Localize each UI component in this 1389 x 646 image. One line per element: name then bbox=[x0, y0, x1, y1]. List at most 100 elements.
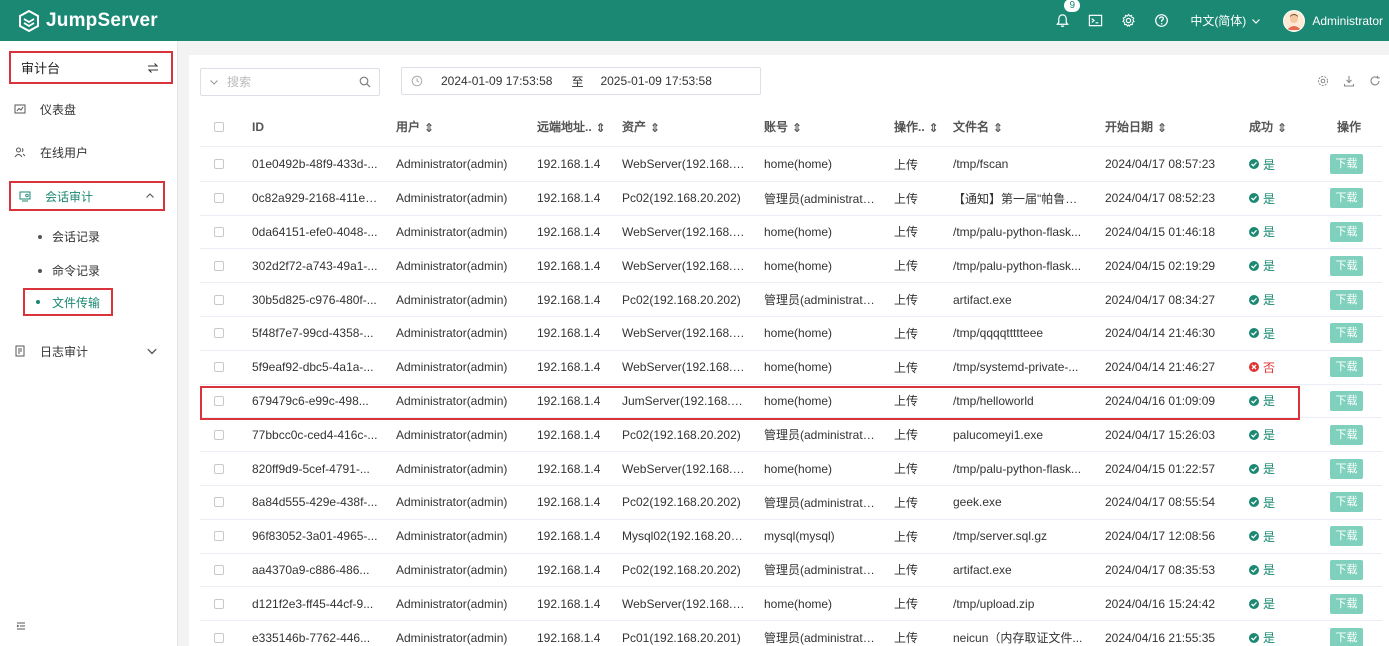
logo[interactable]: JumpServer bbox=[0, 9, 158, 32]
row-checkbox[interactable] bbox=[214, 395, 224, 406]
download-button[interactable]: 下载 bbox=[1330, 492, 1363, 513]
select-all-checkbox[interactable] bbox=[214, 121, 224, 132]
row-checkbox[interactable] bbox=[214, 463, 224, 474]
cell-asset[interactable]: Pc02(192.168.20.202) bbox=[622, 495, 741, 509]
notifications-button[interactable]: 9 bbox=[1046, 0, 1081, 41]
row-checkbox[interactable] bbox=[214, 294, 224, 305]
cell-account: home(home) bbox=[764, 596, 833, 611]
search-icon[interactable] bbox=[359, 76, 371, 88]
download-button[interactable]: 下载 bbox=[1330, 526, 1363, 547]
cell-asset[interactable]: JumServer(192.168.20.1) bbox=[622, 394, 746, 408]
column-header-operation[interactable]: 操作.. ⇕ bbox=[894, 118, 939, 135]
row-checkbox[interactable] bbox=[214, 598, 224, 609]
cell-asset[interactable]: Pc02(192.168.20.202) bbox=[622, 191, 741, 205]
cell-id[interactable]: 5f9eaf92-dbc5-4a1a-... bbox=[252, 360, 373, 374]
cell-account: mysql(mysql) bbox=[764, 529, 835, 544]
download-button[interactable]: 下载 bbox=[1330, 458, 1363, 479]
cell-id[interactable]: aa4370a9-c886-486... bbox=[252, 563, 369, 577]
cell-asset[interactable]: Mysql02(192.168.20.103) bbox=[622, 529, 746, 543]
cell-id[interactable]: 679479c6-e99c-498... bbox=[252, 394, 369, 408]
column-header-date-start[interactable]: 开始日期 ⇕ bbox=[1105, 118, 1167, 135]
download-button[interactable]: 下载 bbox=[1330, 221, 1363, 242]
row-checkbox[interactable] bbox=[214, 362, 224, 373]
cell-id[interactable]: e335146b-7762-446... bbox=[252, 631, 370, 645]
download-button[interactable]: 下载 bbox=[1330, 289, 1363, 310]
search-box[interactable] bbox=[200, 68, 380, 96]
download-button[interactable]: 下载 bbox=[1330, 390, 1363, 411]
download-button[interactable]: 下载 bbox=[1330, 424, 1363, 445]
row-checkbox[interactable] bbox=[214, 260, 224, 271]
row-checkbox[interactable] bbox=[214, 632, 224, 643]
row-checkbox[interactable] bbox=[214, 429, 224, 440]
date-range-picker[interactable]: 2024-01-09 17:53:58 至 2025-01-09 17:53:5… bbox=[401, 67, 761, 95]
search-input[interactable] bbox=[227, 75, 347, 89]
collapse-sidebar-button[interactable] bbox=[16, 620, 26, 634]
date-start[interactable]: 2024-01-09 17:53:58 bbox=[441, 74, 552, 88]
user-menu[interactable]: Administrator bbox=[1283, 9, 1383, 32]
cell-id[interactable]: d121f2e3-ff45-44cf-9... bbox=[252, 597, 373, 611]
cell-asset[interactable]: Pc02(192.168.20.202) bbox=[622, 293, 741, 307]
cell-id[interactable]: 5f48f7e7-99cd-4358-... bbox=[252, 326, 373, 340]
cell-asset[interactable]: WebServer(192.168.20.100) bbox=[622, 259, 746, 273]
download-button[interactable]: 下载 bbox=[1330, 255, 1363, 276]
download-button[interactable]: 下载 bbox=[1330, 593, 1363, 614]
cell-addr: 192.168.1.4 bbox=[537, 157, 601, 172]
column-header-remote-addr[interactable]: 远端地址.. ⇕ bbox=[537, 118, 606, 135]
column-header-filename[interactable]: 文件名 ⇕ bbox=[953, 118, 1003, 135]
download-button[interactable]: 下载 bbox=[1330, 627, 1363, 646]
cell-asset[interactable]: WebServer(192.168.20.100) bbox=[622, 360, 746, 374]
gear-icon[interactable] bbox=[1317, 75, 1329, 87]
language-selector[interactable]: 中文(简体) bbox=[1190, 12, 1261, 29]
row-checkbox[interactable] bbox=[214, 159, 224, 170]
download-button[interactable]: 下载 bbox=[1330, 323, 1363, 344]
sidebar-item-command-records[interactable]: 命令记录 bbox=[38, 262, 100, 279]
cell-id[interactable]: 302d2f72-a743-49a1-... bbox=[252, 259, 377, 273]
cell-asset[interactable]: WebServer(192.168.20.100) bbox=[622, 225, 746, 239]
cell-id[interactable]: 30b5d825-c976-480f-... bbox=[252, 293, 377, 307]
cell-asset[interactable]: Pc02(192.168.20.202) bbox=[622, 428, 741, 442]
column-header-success[interactable]: 成功 ⇕ bbox=[1249, 118, 1287, 135]
download-button[interactable]: 下载 bbox=[1330, 188, 1363, 209]
sidebar-item-log-audit[interactable]: 日志审计 bbox=[0, 334, 178, 368]
cell-id[interactable]: 0c82a929-2168-411e-... bbox=[252, 191, 378, 205]
sidebar-item-online-users[interactable]: 在线用户 bbox=[0, 135, 178, 169]
web-terminal-button[interactable] bbox=[1079, 0, 1112, 41]
cell-id[interactable]: 0da64151-efe0-4048-... bbox=[252, 225, 377, 239]
column-header-account[interactable]: 账号 ⇕ bbox=[764, 118, 802, 135]
sidebar-item-dashboard[interactable]: 仪表盘 bbox=[0, 92, 178, 126]
cell-id[interactable]: 820ff9d9-5cef-4791-... bbox=[252, 462, 370, 476]
sidebar-item-file-transfer[interactable]: 文件传输 bbox=[23, 288, 113, 316]
row-checkbox[interactable] bbox=[214, 497, 224, 508]
download-button[interactable]: 下载 bbox=[1330, 357, 1363, 378]
settings-button[interactable] bbox=[1112, 0, 1145, 41]
cell-asset[interactable]: WebServer(192.168.20.100) bbox=[622, 462, 746, 476]
search-field-dropdown[interactable] bbox=[201, 77, 227, 87]
column-header-user[interactable]: 用户 ⇕ bbox=[396, 118, 434, 135]
column-header-asset[interactable]: 资产 ⇕ bbox=[622, 118, 660, 135]
sidebar-item-session-records[interactable]: 会话记录 bbox=[38, 228, 100, 245]
column-header-id[interactable]: ID bbox=[252, 120, 264, 134]
cell-asset[interactable]: WebServer(192.168.20.100) bbox=[622, 326, 746, 340]
cell-asset[interactable]: WebServer(192.168.20.100) bbox=[622, 597, 746, 611]
row-checkbox[interactable] bbox=[214, 564, 224, 575]
download-icon[interactable] bbox=[1343, 75, 1355, 87]
x-circle-icon bbox=[1249, 362, 1259, 373]
cell-id[interactable]: 77bbcc0c-ced4-416c-... bbox=[252, 428, 377, 442]
refresh-icon[interactable] bbox=[1369, 75, 1381, 87]
row-checkbox[interactable] bbox=[214, 193, 224, 204]
row-checkbox[interactable] bbox=[214, 328, 224, 339]
cell-asset[interactable]: Pc02(192.168.20.202) bbox=[622, 563, 741, 577]
cell-asset[interactable]: WebServer(192.168.20.100) bbox=[622, 157, 746, 171]
date-end[interactable]: 2025-01-09 17:53:58 bbox=[600, 74, 711, 88]
cell-asset[interactable]: Pc01(192.168.20.201) bbox=[622, 631, 741, 645]
help-button[interactable] bbox=[1145, 0, 1178, 41]
cell-id[interactable]: 8a84d555-429e-438f-... bbox=[252, 495, 377, 509]
sidebar-group-session-audit[interactable]: 会话审计 bbox=[9, 181, 165, 211]
cell-id[interactable]: 01e0492b-48f9-433d-... bbox=[252, 157, 377, 171]
cell-id[interactable]: 96f83052-3a01-4965-... bbox=[252, 529, 377, 543]
download-button[interactable]: 下载 bbox=[1330, 154, 1363, 175]
row-checkbox[interactable] bbox=[214, 226, 224, 237]
row-checkbox[interactable] bbox=[214, 531, 224, 542]
download-button[interactable]: 下载 bbox=[1330, 559, 1363, 580]
view-switcher[interactable]: 审计台 bbox=[9, 51, 173, 84]
